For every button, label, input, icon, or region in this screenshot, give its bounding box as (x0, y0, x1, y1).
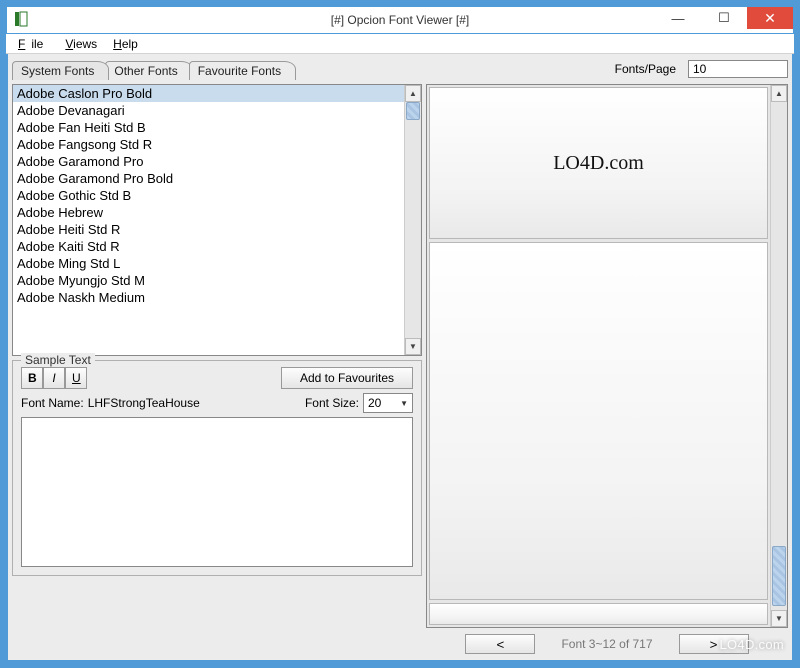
preview-inner: LO4D.com (427, 85, 770, 627)
watermark: LO4D.com (719, 637, 784, 652)
menu-views[interactable]: Views (59, 36, 103, 51)
bold-button[interactable]: B (21, 367, 43, 389)
scroll-up-icon[interactable]: ▲ (405, 85, 421, 102)
italic-button[interactable]: I (43, 367, 65, 389)
minimize-button[interactable]: — (655, 7, 701, 29)
tab-favourite-fonts[interactable]: Favourite Fonts (189, 61, 296, 80)
titlebar: [#] Opcion Font Viewer [#] — ☐ ✕ (6, 6, 794, 34)
list-item[interactable]: Adobe Fan Heiti Std B (13, 119, 404, 136)
window-title: [#] Opcion Font Viewer [#] (331, 13, 470, 27)
scroll-up-icon[interactable]: ▲ (771, 85, 787, 102)
font-size-combo[interactable]: 20 ▼ (363, 393, 413, 413)
scroll-track[interactable] (405, 102, 421, 338)
list-item[interactable]: Adobe Fangsong Std R (13, 136, 404, 153)
menu-help[interactable]: Help (107, 36, 144, 51)
preview-card[interactable] (429, 603, 768, 625)
list-item[interactable]: Adobe Myungjo Std M (13, 272, 404, 289)
close-button[interactable]: ✕ (747, 7, 793, 29)
tabs: System Fonts Other Fonts Favourite Fonts (12, 58, 422, 80)
preview-panel: LO4D.com ▲ ▼ (426, 84, 788, 628)
scroll-thumb[interactable] (406, 102, 420, 120)
list-item[interactable]: Adobe Garamond Pro (13, 153, 404, 170)
list-item[interactable]: Adobe Ming Std L (13, 255, 404, 272)
sample-text-group: Sample Text B I U Add to Favourites Font… (12, 360, 422, 576)
font-list-items[interactable]: Adobe Caslon Pro Bold Adobe Devanagari A… (13, 85, 404, 355)
maximize-button[interactable]: ☐ (701, 7, 747, 29)
font-name-value: LHFStrongTeaHouse (88, 396, 200, 410)
tab-other-fonts[interactable]: Other Fonts (105, 61, 192, 80)
font-size-label: Font Size: (305, 396, 359, 410)
fonts-per-page-input[interactable] (688, 60, 788, 78)
font-name-label: Font Name: (21, 396, 84, 410)
fonts-per-page-label: Fonts/Page (426, 62, 682, 76)
scroll-thumb[interactable] (772, 546, 786, 606)
preview-scrollbar[interactable]: ▲ ▼ (770, 85, 787, 627)
list-item[interactable]: Adobe Garamond Pro Bold (13, 170, 404, 187)
sample-text-area[interactable] (21, 417, 413, 567)
preview-card[interactable]: LO4D.com (429, 87, 768, 239)
window-controls: — ☐ ✕ (655, 7, 793, 29)
list-item[interactable]: Adobe Heiti Std R (13, 221, 404, 238)
chevron-down-icon: ▼ (400, 399, 408, 408)
prev-page-button[interactable]: < (465, 634, 535, 654)
tab-system-fonts[interactable]: System Fonts (12, 61, 109, 80)
left-column: System Fonts Other Fonts Favourite Fonts… (12, 58, 422, 656)
list-item[interactable]: Adobe Kaiti Std R (13, 238, 404, 255)
app-icon (13, 11, 29, 27)
list-item[interactable]: Adobe Caslon Pro Bold (13, 85, 404, 102)
scroll-down-icon[interactable]: ▼ (405, 338, 421, 355)
page-status: Font 3~12 of 717 (561, 637, 652, 651)
list-item[interactable]: Adobe Gothic Std B (13, 187, 404, 204)
preview-card[interactable] (429, 242, 768, 600)
style-buttons: B I U (21, 367, 87, 389)
list-item[interactable]: Adobe Naskh Medium (13, 289, 404, 306)
right-column: Fonts/Page LO4D.com ▲ ▼ < (426, 58, 788, 656)
underline-button[interactable]: U (65, 367, 87, 389)
menubar: File Views Help (6, 34, 794, 54)
fonts-per-page-row: Fonts/Page (426, 58, 788, 80)
font-list-scrollbar[interactable]: ▲ ▼ (404, 85, 421, 355)
scroll-down-icon[interactable]: ▼ (771, 610, 787, 627)
list-item[interactable]: Adobe Hebrew (13, 204, 404, 221)
add-to-favourites-button[interactable]: Add to Favourites (281, 367, 413, 389)
font-size-value: 20 (368, 396, 381, 410)
client-area: System Fonts Other Fonts Favourite Fonts… (6, 54, 794, 662)
app-window: [#] Opcion Font Viewer [#] — ☐ ✕ File Vi… (6, 6, 794, 662)
font-listbox: Adobe Caslon Pro Bold Adobe Devanagari A… (12, 84, 422, 356)
sample-text-legend: Sample Text (21, 353, 95, 367)
scroll-track[interactable] (771, 102, 787, 610)
menu-file[interactable]: File (12, 36, 55, 51)
list-item[interactable]: Adobe Devanagari (13, 102, 404, 119)
